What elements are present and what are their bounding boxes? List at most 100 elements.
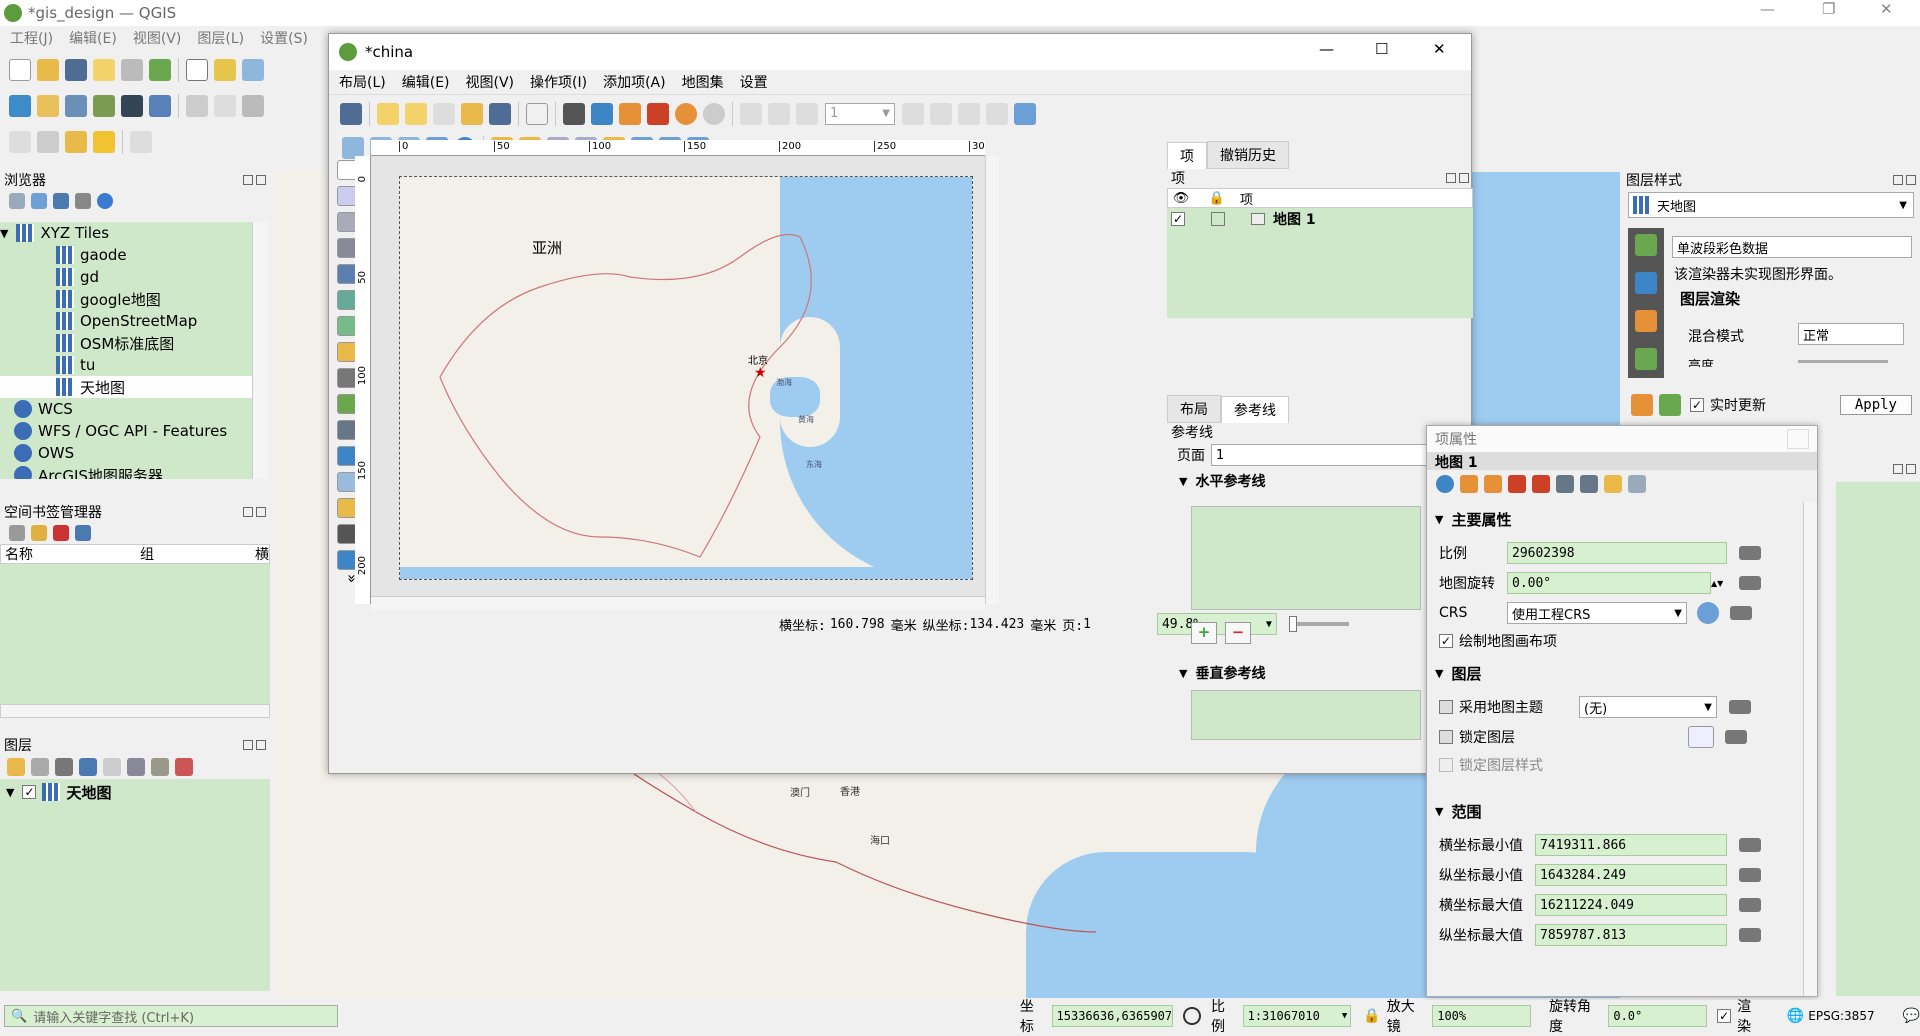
collapse-all-icon[interactable]	[151, 758, 169, 776]
atlas-page-select[interactable]: 1 ▼	[825, 102, 895, 125]
rotation-input[interactable]: 0.00°	[1507, 572, 1711, 594]
last-feature-icon[interactable]	[930, 102, 952, 125]
data-defined-icon[interactable]	[1739, 928, 1761, 942]
expand-all-icon[interactable]	[127, 758, 145, 776]
ymax-input[interactable]: 7859787.813	[1535, 924, 1727, 946]
view-extent-icon[interactable]	[1484, 475, 1502, 493]
set-extent-icon[interactable]	[1460, 475, 1478, 493]
magnifier-input[interactable]: 100%	[1432, 1005, 1532, 1027]
close-panel-icon[interactable]	[256, 740, 266, 750]
menu-settings[interactable]: 设置(S)	[260, 28, 308, 48]
save-project-icon[interactable]	[65, 59, 87, 81]
labels-icon[interactable]	[1580, 475, 1598, 493]
maximize-button[interactable]: ❐	[1822, 0, 1835, 18]
ymin-input[interactable]: 1643284.249	[1535, 864, 1727, 886]
next-feature-icon[interactable]	[902, 102, 924, 125]
share-bookmark-icon[interactable]	[75, 525, 91, 541]
data-defined-icon[interactable]	[1739, 546, 1761, 560]
add-scalebar-tool-icon[interactable]	[337, 420, 357, 440]
menu-layer[interactable]: 图层(L)	[197, 28, 244, 48]
page-select[interactable]: 1	[1211, 444, 1451, 466]
style-layer-icon[interactable]	[7, 758, 25, 776]
add-guide-button[interactable]: +	[1191, 622, 1217, 644]
render-checkbox[interactable]: ✓	[1717, 1009, 1732, 1023]
filter-icon[interactable]	[53, 193, 69, 209]
data-defined-icon[interactable]	[1739, 838, 1761, 852]
float-icon[interactable]	[243, 740, 253, 750]
menu-view[interactable]: 视图(V)	[133, 28, 182, 48]
add-label-tool-icon[interactable]	[337, 368, 357, 388]
browser-scrollbar[interactable]	[252, 222, 268, 479]
add-selected-icon[interactable]	[9, 193, 25, 209]
add-legend-tool-icon[interactable]	[337, 394, 357, 414]
new-project-icon[interactable]	[9, 59, 31, 81]
add-shape-tool-icon[interactable]	[337, 472, 357, 492]
layout-canvas[interactable]: 亚洲 北京 ★ 渤海 黄海 东海	[371, 156, 985, 604]
delete-bookmark-icon[interactable]	[53, 525, 69, 541]
add-north-arrow-tool-icon[interactable]	[337, 446, 357, 466]
browser-item[interactable]: gaode	[14, 244, 252, 266]
item-visible-checkbox[interactable]: ✓	[1171, 212, 1185, 226]
extents-toggle-icon[interactable]	[1183, 1007, 1201, 1025]
measure-icon[interactable]	[130, 131, 152, 153]
layer-row-tianditu[interactable]: ▼ ✓ 天地图	[0, 781, 270, 803]
layout-menu-item[interactable]: 视图(V)	[466, 72, 515, 92]
lock-layers-checkbox[interactable]	[1439, 730, 1453, 744]
tab-layout[interactable]: 布局	[1167, 395, 1221, 423]
crs-select[interactable]: 使用工程CRS ▼	[1507, 602, 1687, 624]
info-icon[interactable]	[97, 193, 113, 209]
data-source-icon[interactable]	[9, 95, 31, 117]
layer-visibility-checkbox[interactable]: ✓	[22, 785, 37, 799]
blend-select[interactable]: 正常	[1798, 323, 1904, 345]
add-group-icon[interactable]	[31, 758, 49, 776]
browser-item[interactable]: ▼ XYZ Tiles	[0, 222, 252, 244]
spin-arrows-icon[interactable]: ▲▼	[1711, 579, 1727, 588]
deselect-icon[interactable]	[65, 131, 87, 153]
add-arrow-tool-icon[interactable]	[337, 524, 357, 544]
messages-icon[interactable]: 💬	[1903, 1008, 1920, 1024]
new-layout-icon[interactable]	[377, 102, 399, 125]
canvas-hscroll[interactable]	[371, 596, 985, 610]
remove-layer-icon[interactable]	[175, 758, 193, 776]
scale-select[interactable]: 1:31067010 ▼	[1242, 1005, 1352, 1027]
atlas-preview-icon[interactable]	[740, 102, 762, 125]
edit-pencil-icon[interactable]	[214, 95, 236, 117]
add-marker-tool-icon[interactable]	[337, 498, 357, 518]
select-by-expression-icon[interactable]	[93, 131, 115, 153]
redo-icon[interactable]	[1659, 394, 1681, 416]
theme-select[interactable]: (无) ▼	[1579, 696, 1717, 718]
eye-icon[interactable]	[1688, 726, 1714, 748]
map-item[interactable]: 亚洲 北京 ★ 渤海 黄海 东海	[399, 176, 973, 580]
float-icon[interactable]	[243, 175, 253, 185]
add-picture-tool-icon[interactable]	[337, 342, 357, 362]
col-name[interactable]: 名称	[1, 544, 136, 564]
atlas-icon[interactable]	[1556, 475, 1574, 493]
opacity-slider[interactable]	[1798, 360, 1888, 363]
layout-close-button[interactable]: ✕	[1433, 40, 1446, 58]
menu-edit[interactable]: 编辑(E)	[69, 28, 117, 48]
undo-icon[interactable]	[1631, 394, 1653, 416]
select-features-icon[interactable]	[9, 131, 31, 153]
temporary-layer-icon[interactable]	[121, 95, 143, 117]
locator-search[interactable]: 🔍 请输入关键字查找 (Ctrl+K)	[4, 1005, 338, 1027]
set-scale-icon[interactable]	[1508, 475, 1526, 493]
style-manager-icon[interactable]	[149, 59, 171, 81]
tab-guides[interactable]: 参考线	[1221, 395, 1289, 423]
layout-minimize-button[interactable]: —	[1319, 40, 1334, 58]
new-layout-icon[interactable]	[93, 59, 115, 81]
data-defined-icon[interactable]	[1739, 898, 1761, 912]
new-gpkg-icon[interactable]	[37, 95, 59, 117]
add-node-item-tool-icon[interactable]	[337, 550, 357, 570]
tab-items[interactable]: 项	[1167, 141, 1207, 169]
rotation-input[interactable]: 0.0°	[1608, 1005, 1708, 1027]
zoom-tool-icon[interactable]	[337, 186, 357, 206]
refresh-icon[interactable]	[31, 193, 47, 209]
col-x[interactable]: 横	[251, 544, 269, 564]
browser-item[interactable]: tu	[14, 354, 252, 376]
temporal-icon[interactable]	[1604, 475, 1622, 493]
coord-input[interactable]: 15336636,6365907	[1051, 1005, 1174, 1027]
export-svg-icon[interactable]	[619, 102, 641, 125]
menu-project[interactable]: 工程(J)	[10, 28, 53, 48]
layout-menu-item[interactable]: 操作项(I)	[530, 72, 587, 92]
zoom-to-bookmark-icon[interactable]	[9, 525, 25, 541]
